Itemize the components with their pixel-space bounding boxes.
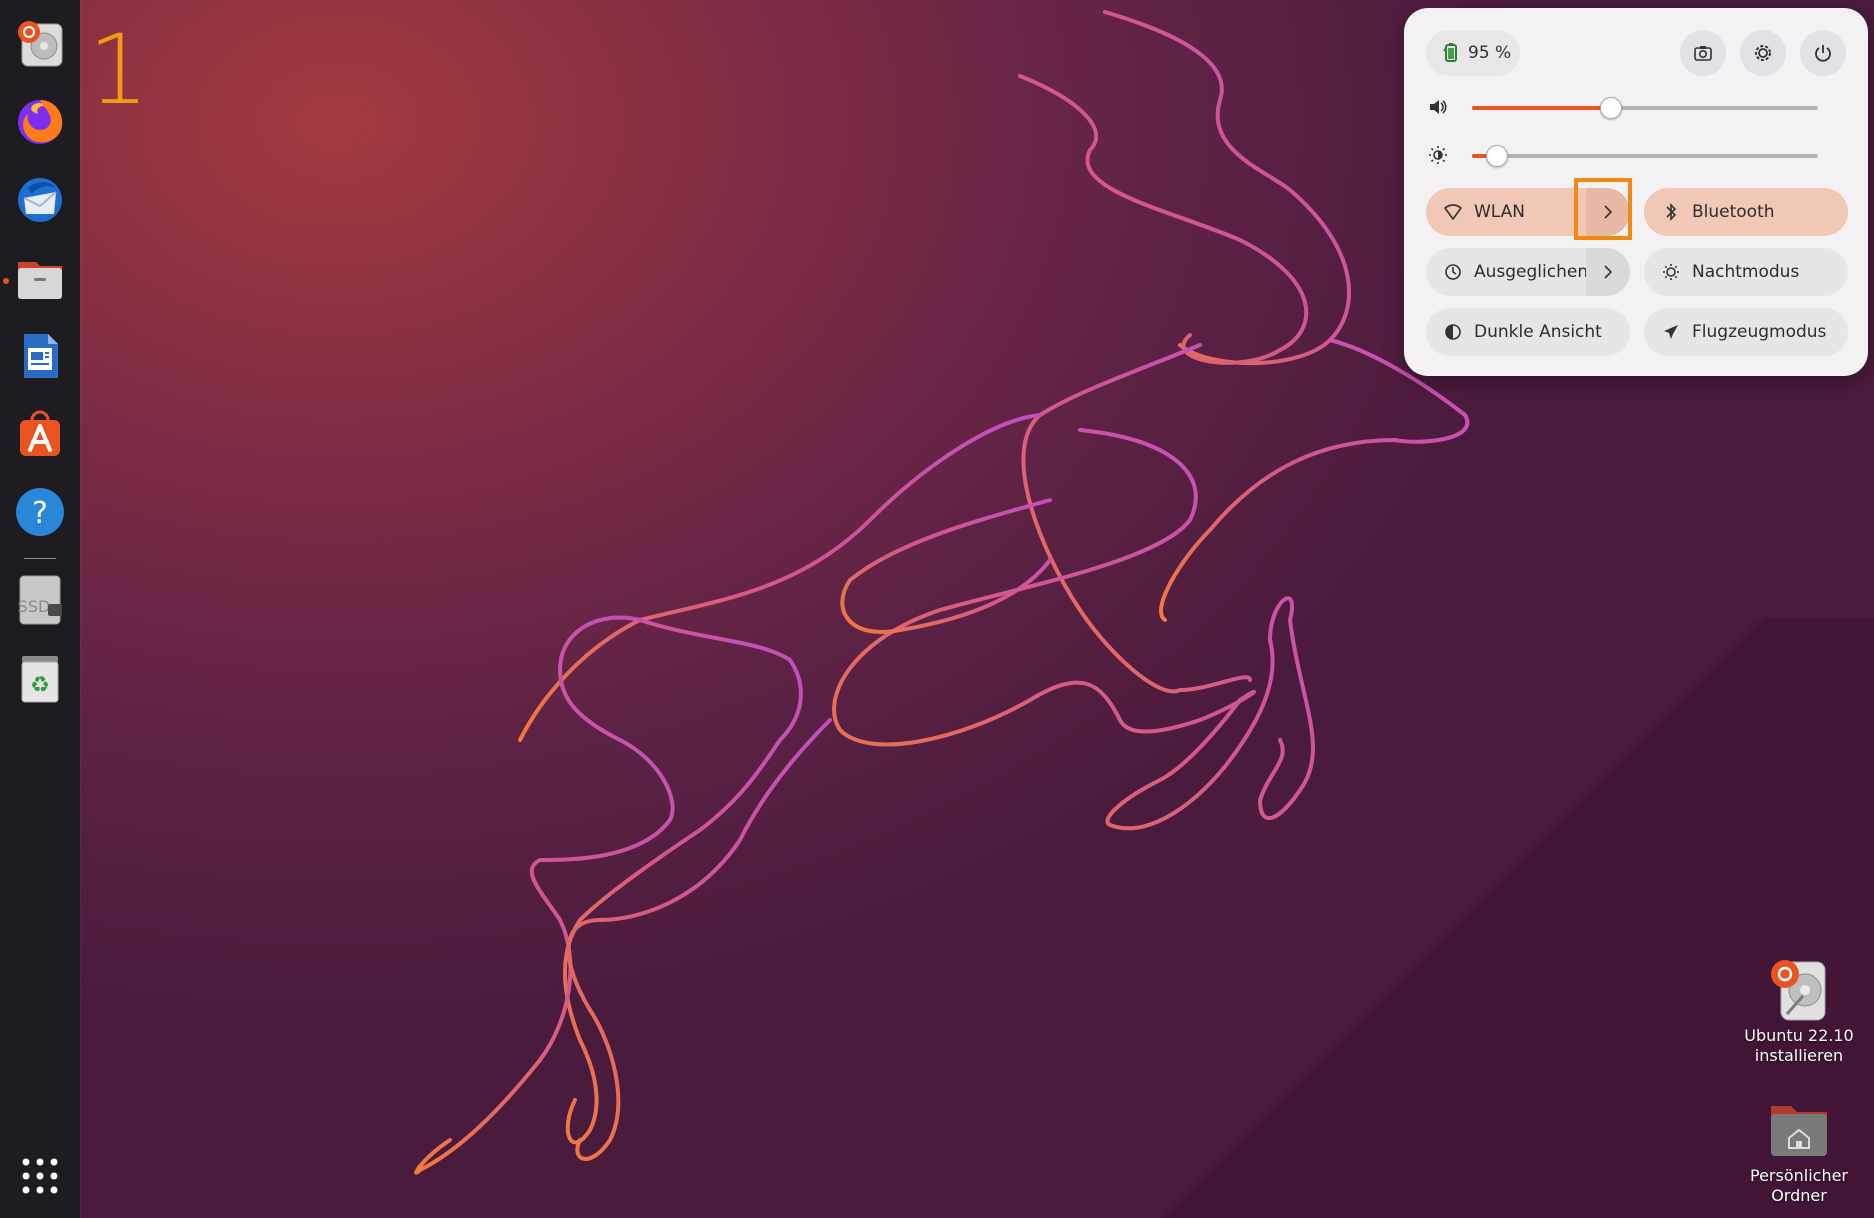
dock-show-applications[interactable] bbox=[12, 1148, 68, 1204]
brightness-slider-row bbox=[1428, 140, 1844, 170]
writer-icon bbox=[24, 334, 58, 378]
brightness-slider[interactable] bbox=[1472, 145, 1818, 167]
battery-percentage: 95 % bbox=[1468, 43, 1512, 63]
dock-running-indicator bbox=[3, 278, 9, 284]
toggle-power-profile-label: Ausgeglichen bbox=[1474, 262, 1589, 282]
toggle-airplane-mode[interactable]: Flugzeugmodus bbox=[1644, 308, 1848, 356]
power-profile-icon bbox=[1444, 263, 1462, 281]
desktop-icon-home-folder-label-line2: Ordner bbox=[1771, 1186, 1827, 1205]
settings-icon bbox=[1755, 45, 1771, 61]
installer-icon bbox=[1771, 960, 1826, 1021]
toggle-bluetooth[interactable]: Bluetooth bbox=[1644, 188, 1848, 236]
highlight-box bbox=[1574, 178, 1632, 240]
dock-ssd-drive[interactable]: SSD bbox=[12, 572, 68, 628]
dock: ? SSD ♻ bbox=[0, 0, 80, 1218]
dark-mode-icon bbox=[1444, 323, 1462, 341]
power-icon bbox=[1815, 45, 1831, 62]
dock-ubuntu-software[interactable] bbox=[12, 406, 68, 462]
files-icon bbox=[18, 262, 62, 299]
dock-libreoffice-writer[interactable] bbox=[12, 328, 68, 384]
desktop-icon-installer-label-line1: Ubuntu 22.10 bbox=[1744, 1026, 1854, 1045]
power-button[interactable] bbox=[1800, 30, 1846, 76]
help-icon: ? bbox=[16, 488, 64, 536]
thunderbird-icon bbox=[18, 178, 62, 222]
settings-button[interactable] bbox=[1740, 30, 1786, 76]
toggle-power-profile[interactable]: Ausgeglichen bbox=[1426, 248, 1630, 296]
screenshot-button[interactable] bbox=[1680, 30, 1726, 76]
toggle-night-light-label: Nachtmodus bbox=[1692, 262, 1800, 282]
night-light-icon bbox=[1662, 263, 1680, 281]
svg-text:SSD: SSD bbox=[18, 597, 51, 616]
desktop-icon-installer-label-line2: installieren bbox=[1754, 1046, 1844, 1065]
installer-icon bbox=[18, 21, 63, 67]
software-icon bbox=[20, 410, 60, 456]
dock-thunderbird[interactable] bbox=[12, 172, 68, 228]
airplane-icon bbox=[1662, 323, 1680, 341]
volume-slider-row bbox=[1428, 92, 1844, 122]
chevron-right-icon bbox=[1604, 265, 1613, 279]
trash-icon: ♻ bbox=[21, 656, 59, 703]
screenshot-icon bbox=[1694, 46, 1712, 61]
svg-text:?: ? bbox=[32, 496, 48, 531]
drive-icon: SSD bbox=[18, 575, 62, 625]
wifi-icon bbox=[1444, 203, 1462, 221]
workspace-number: 1 bbox=[88, 14, 150, 126]
volume-slider[interactable] bbox=[1472, 97, 1818, 119]
dock-files[interactable] bbox=[12, 250, 68, 306]
volume-slider-fill bbox=[1472, 106, 1611, 110]
brightness-slider-handle[interactable] bbox=[1486, 145, 1509, 167]
desktop-icon-home-folder-label-line1: Persönlicher bbox=[1749, 1166, 1848, 1185]
desktop-icon-installer[interactable]: Ubuntu 22.10 installieren bbox=[1734, 956, 1864, 1066]
firefox-icon bbox=[18, 100, 63, 144]
brightness-icon bbox=[1429, 146, 1447, 164]
desktop-icon-home-folder[interactable]: Persönlicher Ordner bbox=[1734, 1096, 1864, 1206]
dock-ubuntu-installer[interactable] bbox=[12, 16, 68, 72]
dock-separator bbox=[24, 558, 56, 559]
bluetooth-icon bbox=[1662, 203, 1680, 221]
toggle-dark-mode[interactable]: Dunkle Ansicht bbox=[1426, 308, 1630, 356]
toggle-dark-mode-label: Dunkle Ansicht bbox=[1474, 322, 1602, 342]
toggle-airplane-mode-label: Flugzeugmodus bbox=[1692, 322, 1827, 342]
volume-slider-handle[interactable] bbox=[1600, 97, 1623, 119]
home-folder-icon bbox=[1771, 1106, 1827, 1156]
toggle-night-light[interactable]: Nachtmodus bbox=[1644, 248, 1848, 296]
dock-trash[interactable]: ♻ bbox=[12, 650, 68, 706]
quick-settings-panel: 95 % WLAN Bluetooth Ausgeglichen Nachtmo… bbox=[1404, 8, 1868, 376]
dock-firefox[interactable] bbox=[12, 94, 68, 150]
power-profile-menu-arrow-button[interactable] bbox=[1586, 248, 1630, 296]
dock-help[interactable]: ? bbox=[12, 484, 68, 540]
toggle-bluetooth-label: Bluetooth bbox=[1692, 202, 1775, 222]
svg-text:♻: ♻ bbox=[30, 673, 50, 698]
battery-icon bbox=[1443, 43, 1457, 62]
toggle-wlan-label: WLAN bbox=[1474, 202, 1526, 222]
volume-icon bbox=[1430, 100, 1447, 114]
battery-indicator[interactable]: 95 % bbox=[1426, 30, 1520, 76]
app-grid-icon bbox=[22, 1158, 58, 1194]
